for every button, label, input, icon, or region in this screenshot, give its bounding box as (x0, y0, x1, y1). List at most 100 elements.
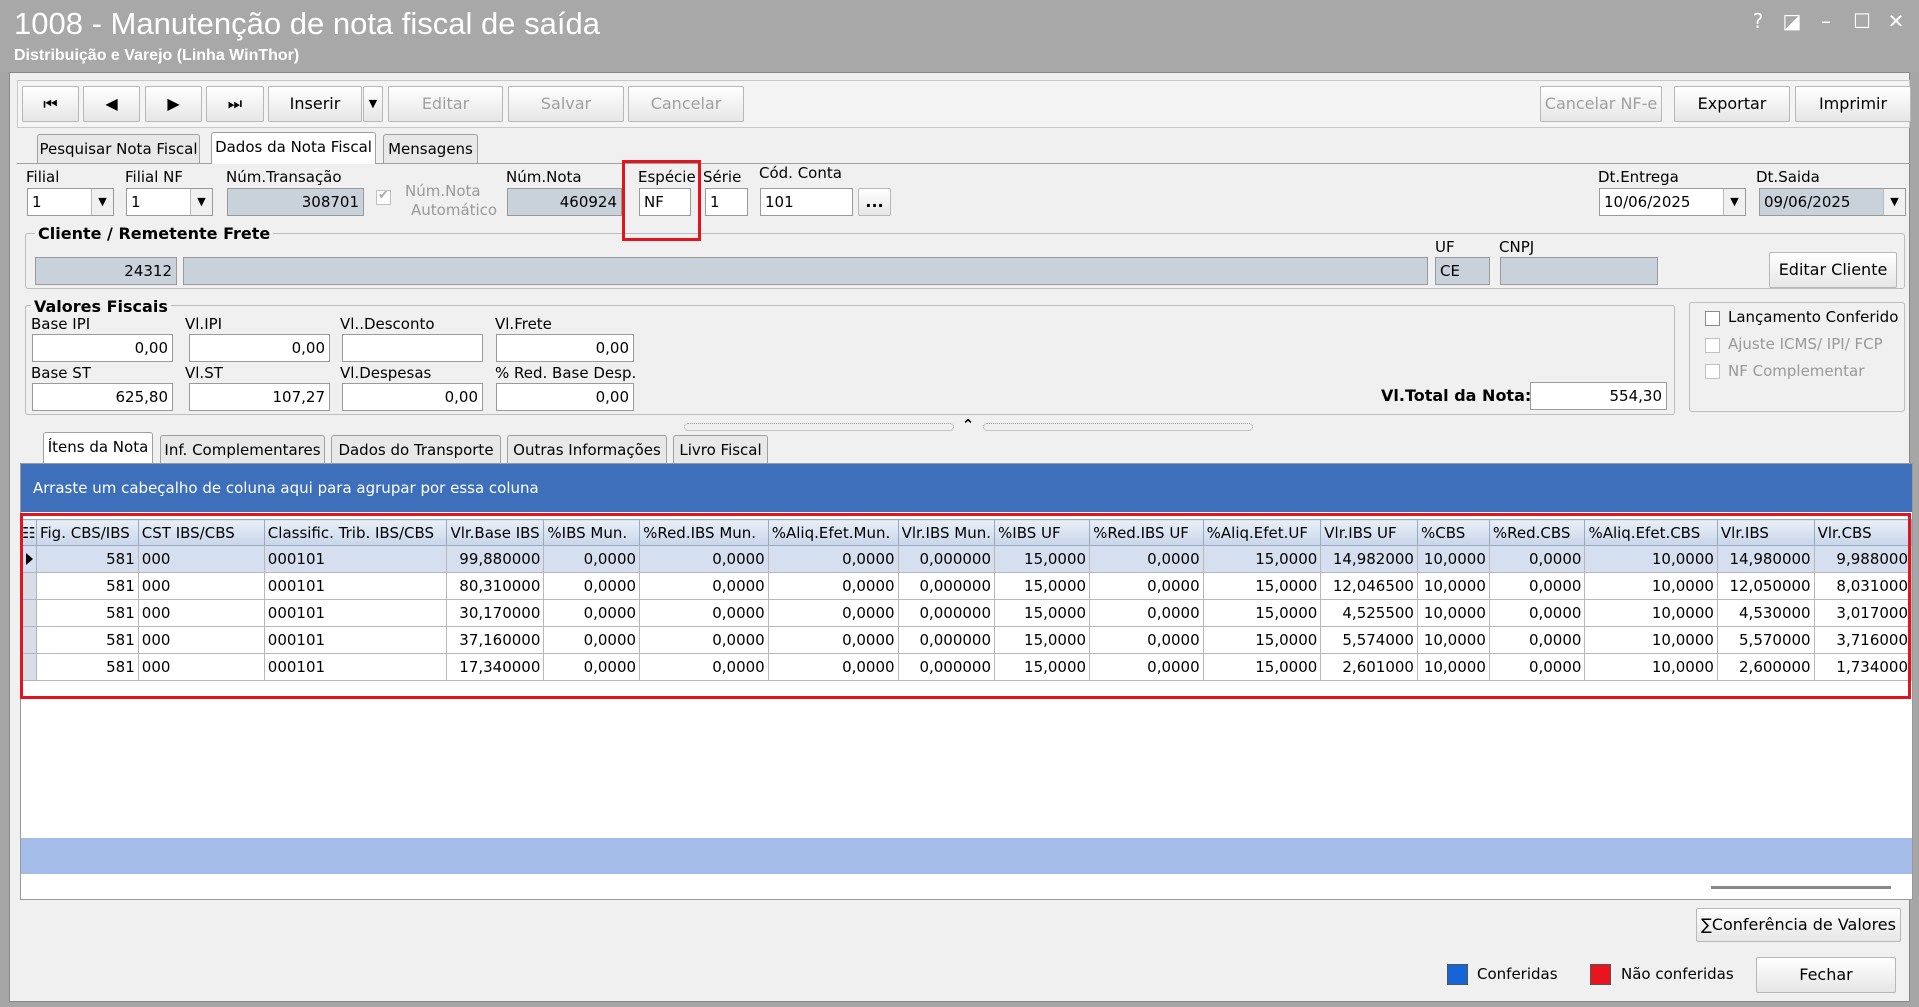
dt-saida-picker[interactable]: 09/06/2025 ▼ (1759, 188, 1906, 216)
dt-entrega-label: Dt.Entrega (1598, 168, 1679, 186)
num-nota-field[interactable]: 460924 (507, 188, 622, 216)
chevron-down-icon: ▼ (91, 189, 113, 215)
vl-ipi-field[interactable]: 0,00 (189, 334, 330, 362)
filial-nf-label: Filial NF (125, 168, 184, 186)
filial-select[interactable]: 1 ▼ (27, 188, 114, 216)
cnpj-label: CNPJ (1499, 238, 1535, 256)
insert-button[interactable]: Inserir (268, 86, 362, 122)
window-title: 1008 - Manutenção de nota fiscal de saíd… (14, 6, 600, 41)
minimize-icon[interactable]: – (1813, 8, 1839, 34)
legend-conferidas-swatch (1447, 964, 1468, 985)
print-button[interactable]: Imprimir (1795, 86, 1911, 122)
tab-dados-do-transporte[interactable]: Dados do Transporte (331, 435, 501, 464)
filial-label: Filial (26, 168, 60, 186)
help-icon[interactable]: ? (1745, 8, 1771, 34)
tab-dados-nota-fiscal[interactable]: Dados da Nota Fiscal (211, 132, 376, 164)
num-transacao-field[interactable]: 308701 (227, 188, 364, 216)
nf-complementar-label: NF Complementar (1728, 362, 1865, 380)
tab-itens-da-nota[interactable]: Ítens da Nota (43, 432, 153, 464)
valores-fiscais-title: Valores Fiscais (31, 297, 171, 316)
vl-desconto-label: Vl..Desconto (340, 315, 435, 333)
base-st-label: Base ST (31, 364, 91, 382)
chevron-down-icon: ▼ (190, 189, 212, 215)
close-icon[interactable]: ✕ (1883, 8, 1909, 34)
base-st-field[interactable]: 625,80 (32, 383, 173, 411)
close-button[interactable]: Fechar (1756, 957, 1896, 993)
check-icon: ✔ (378, 188, 389, 203)
vl-total-field[interactable]: 554,30 (1530, 382, 1667, 410)
next-record-button[interactable]: ▶ (145, 86, 202, 122)
vl-total-label: Vl.Total da Nota: (1381, 386, 1532, 405)
filial-nf-select[interactable]: 1 ▼ (126, 188, 213, 216)
vl-desconto-field[interactable] (342, 334, 483, 362)
cod-conta-lookup-button[interactable]: ... (858, 188, 891, 216)
nf-complementar-checkbox[interactable] (1705, 364, 1720, 379)
cliente-group-title: Cliente / Remetente Frete (35, 224, 274, 243)
cliente-name-field[interactable] (183, 257, 1428, 285)
lancamento-conferido-checkbox[interactable] (1705, 311, 1720, 326)
num-nota-auto-label-2: Automático (411, 201, 498, 219)
splitter-left[interactable] (684, 423, 954, 431)
filial-nf-value: 1 (131, 193, 141, 211)
group-by-panel[interactable]: Arraste um cabeçalho de coluna aqui para… (21, 464, 1912, 512)
dt-saida-label: Dt.Saida (1756, 168, 1820, 186)
num-nota-label: Núm.Nota (506, 168, 582, 186)
num-transacao-label: Núm.Transação (226, 168, 342, 186)
save-button[interactable]: Salvar (508, 86, 624, 122)
collapse-splitter-icon[interactable]: ⌃ (958, 416, 978, 434)
cliente-code-field[interactable]: 24312 (35, 257, 177, 285)
cod-conta-label: Cód. Conta (759, 164, 842, 182)
uf-label: UF (1435, 238, 1455, 256)
first-record-button[interactable]: ⏮ (22, 86, 79, 122)
especie-highlight-box (622, 160, 701, 241)
tab-outras-informacoes[interactable]: Outras Informações (507, 435, 667, 464)
edit-button[interactable]: Editar (388, 86, 503, 122)
red-base-desp-label: % Red. Base Desp. (495, 364, 637, 382)
num-nota-auto-label-1: Núm.Nota (405, 182, 481, 200)
vl-st-label: Vl.ST (185, 364, 223, 382)
uf-field[interactable]: CE (1435, 257, 1490, 285)
ajuste-icms-label: Ajuste ICMS/ IPI/ FCP (1728, 335, 1883, 353)
last-record-button[interactable]: ⏭ (206, 86, 264, 122)
legend-nao-conferidas-label: Não conferidas (1621, 965, 1734, 983)
ajuste-icms-checkbox[interactable] (1705, 338, 1720, 353)
chevron-down-icon: ▼ (1723, 189, 1745, 215)
splitter-right[interactable] (983, 423, 1253, 431)
tab-mensagens[interactable]: Mensagens (383, 134, 478, 163)
prev-record-button[interactable]: ◀ (83, 86, 140, 122)
cod-conta-field[interactable]: 101 (760, 188, 853, 216)
editar-cliente-button[interactable]: Editar Cliente (1769, 252, 1897, 288)
horizontal-scrollbar[interactable] (1711, 886, 1891, 889)
base-ipi-label: Base IPI (31, 315, 91, 333)
maximize-icon[interactable]: ☐ (1849, 8, 1875, 34)
red-base-desp-field[interactable]: 0,00 (496, 383, 634, 411)
vl-despesas-label: Vl.Despesas (340, 364, 432, 382)
num-nota-automatico-checkbox[interactable]: ✔ (376, 188, 391, 205)
serie-field[interactable]: 1 (705, 188, 748, 216)
dt-entrega-picker[interactable]: 10/06/2025 ▼ (1599, 188, 1746, 216)
insert-menu-arrow[interactable]: ▼ (363, 86, 383, 122)
filial-value: 1 (32, 193, 42, 211)
grid-footer-bar (21, 838, 1912, 874)
restore-icon[interactable]: ◪ (1779, 8, 1805, 34)
legend-conferidas-label: Conferidas (1477, 965, 1558, 983)
lancamento-conferido-label: Lançamento Conferido (1728, 308, 1899, 326)
cnpj-field[interactable] (1500, 257, 1658, 285)
export-button[interactable]: Exportar (1674, 86, 1790, 122)
cancel-nfe-button[interactable]: Cancelar NF-e (1540, 86, 1662, 122)
vl-frete-label: Vl.Frete (495, 315, 552, 333)
window-subtitle: Distribuição e Varejo (Linha WinThor) (14, 47, 300, 64)
cancel-button[interactable]: Cancelar (628, 86, 744, 122)
vl-despesas-field[interactable]: 0,00 (342, 383, 483, 411)
vl-st-field[interactable]: 107,27 (189, 383, 330, 411)
sigma-icon: ∑ (1701, 915, 1712, 934)
dt-entrega-value: 10/06/2025 (1604, 193, 1691, 211)
tab-inf-complementares[interactable]: Inf. Complementares (160, 435, 325, 464)
serie-label: Série (703, 168, 742, 186)
conferencia-valores-button[interactable]: ∑Conferência de Valores (1696, 908, 1901, 942)
base-ipi-field[interactable]: 0,00 (32, 334, 173, 362)
tab-livro-fiscal[interactable]: Livro Fiscal (673, 435, 768, 464)
legend-nao-conferidas-swatch (1590, 964, 1611, 985)
tab-pesquisar-nota-fiscal[interactable]: Pesquisar Nota Fiscal (37, 134, 200, 163)
vl-frete-field[interactable]: 0,00 (496, 334, 634, 362)
